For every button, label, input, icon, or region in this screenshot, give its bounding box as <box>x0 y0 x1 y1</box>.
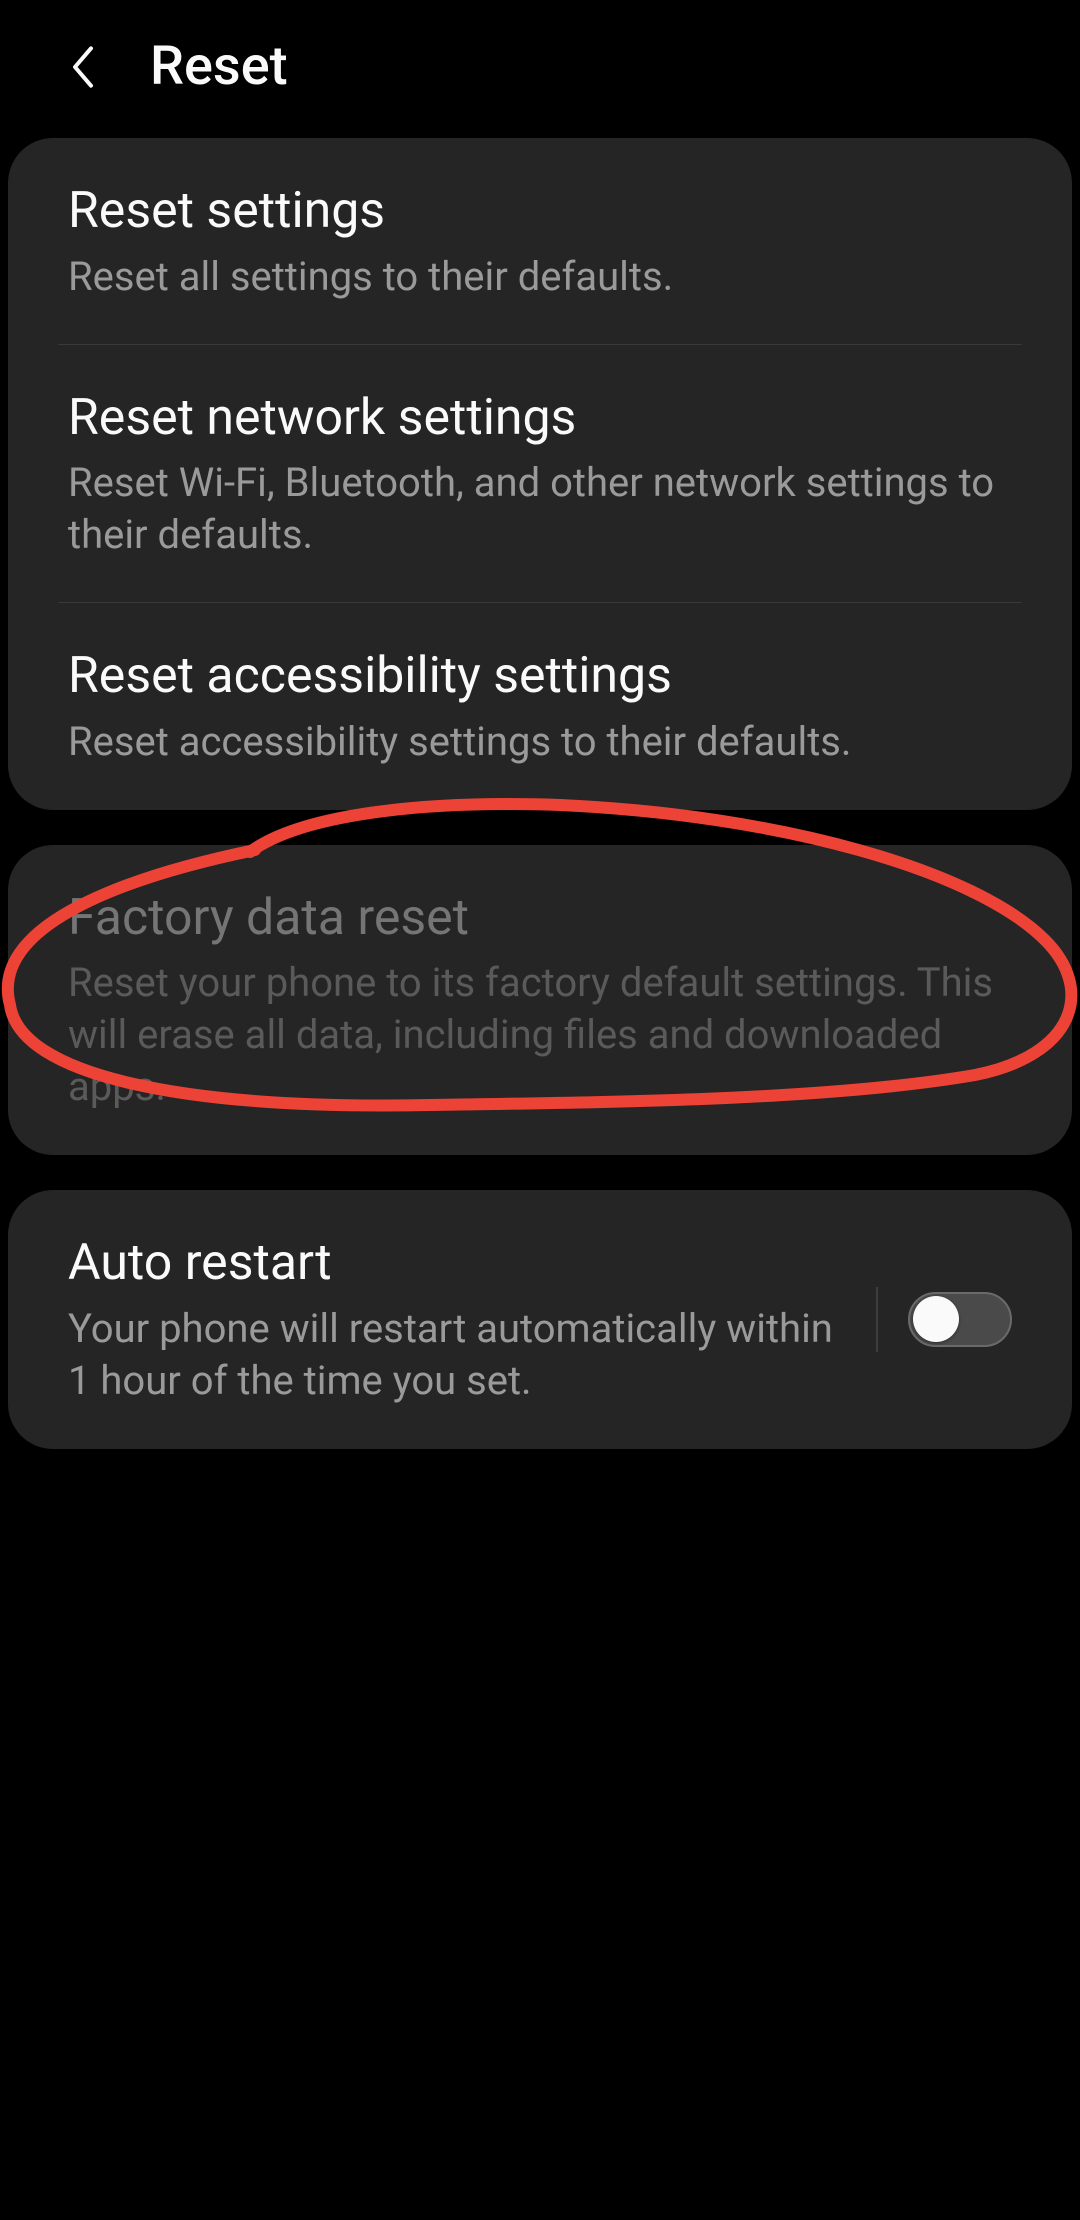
reset-network-settings-item[interactable]: Reset network settings Reset Wi-Fi, Blue… <box>8 345 1072 604</box>
header: Reset <box>0 0 1080 138</box>
item-desc: Reset Wi-Fi, Bluetooth, and other networ… <box>68 457 1012 561</box>
factory-data-reset-item[interactable]: Factory data reset Reset your phone to i… <box>8 845 1072 1156</box>
reset-accessibility-settings-item[interactable]: Reset accessibility settings Reset acces… <box>8 603 1072 810</box>
toggle-wrap <box>876 1287 1012 1352</box>
settings-card-2: Factory data reset Reset your phone to i… <box>8 845 1072 1156</box>
item-title: Factory data reset <box>68 887 1012 950</box>
auto-restart-item[interactable]: Auto restart Your phone will restart aut… <box>8 1190 1072 1449</box>
vertical-separator <box>876 1287 878 1352</box>
auto-restart-toggle[interactable] <box>908 1292 1012 1347</box>
settings-card-3: Auto restart Your phone will restart aut… <box>8 1190 1072 1449</box>
item-title: Reset accessibility settings <box>68 645 1012 708</box>
back-icon[interactable] <box>60 44 105 89</box>
item-title: Reset network settings <box>68 387 1012 450</box>
item-title: Reset settings <box>68 180 1012 243</box>
item-title: Auto restart <box>68 1232 846 1295</box>
item-desc: Reset your phone to its factory default … <box>68 957 1012 1113</box>
settings-card-1: Reset settings Reset all settings to the… <box>8 138 1072 810</box>
item-desc: Reset all settings to their defaults. <box>68 251 1012 303</box>
item-desc: Reset accessibility settings to their de… <box>68 716 1012 768</box>
reset-settings-item[interactable]: Reset settings Reset all settings to the… <box>8 138 1072 345</box>
toggle-knob <box>913 1296 959 1342</box>
page-title: Reset <box>150 35 288 98</box>
item-desc: Your phone will restart automatically wi… <box>68 1303 846 1407</box>
